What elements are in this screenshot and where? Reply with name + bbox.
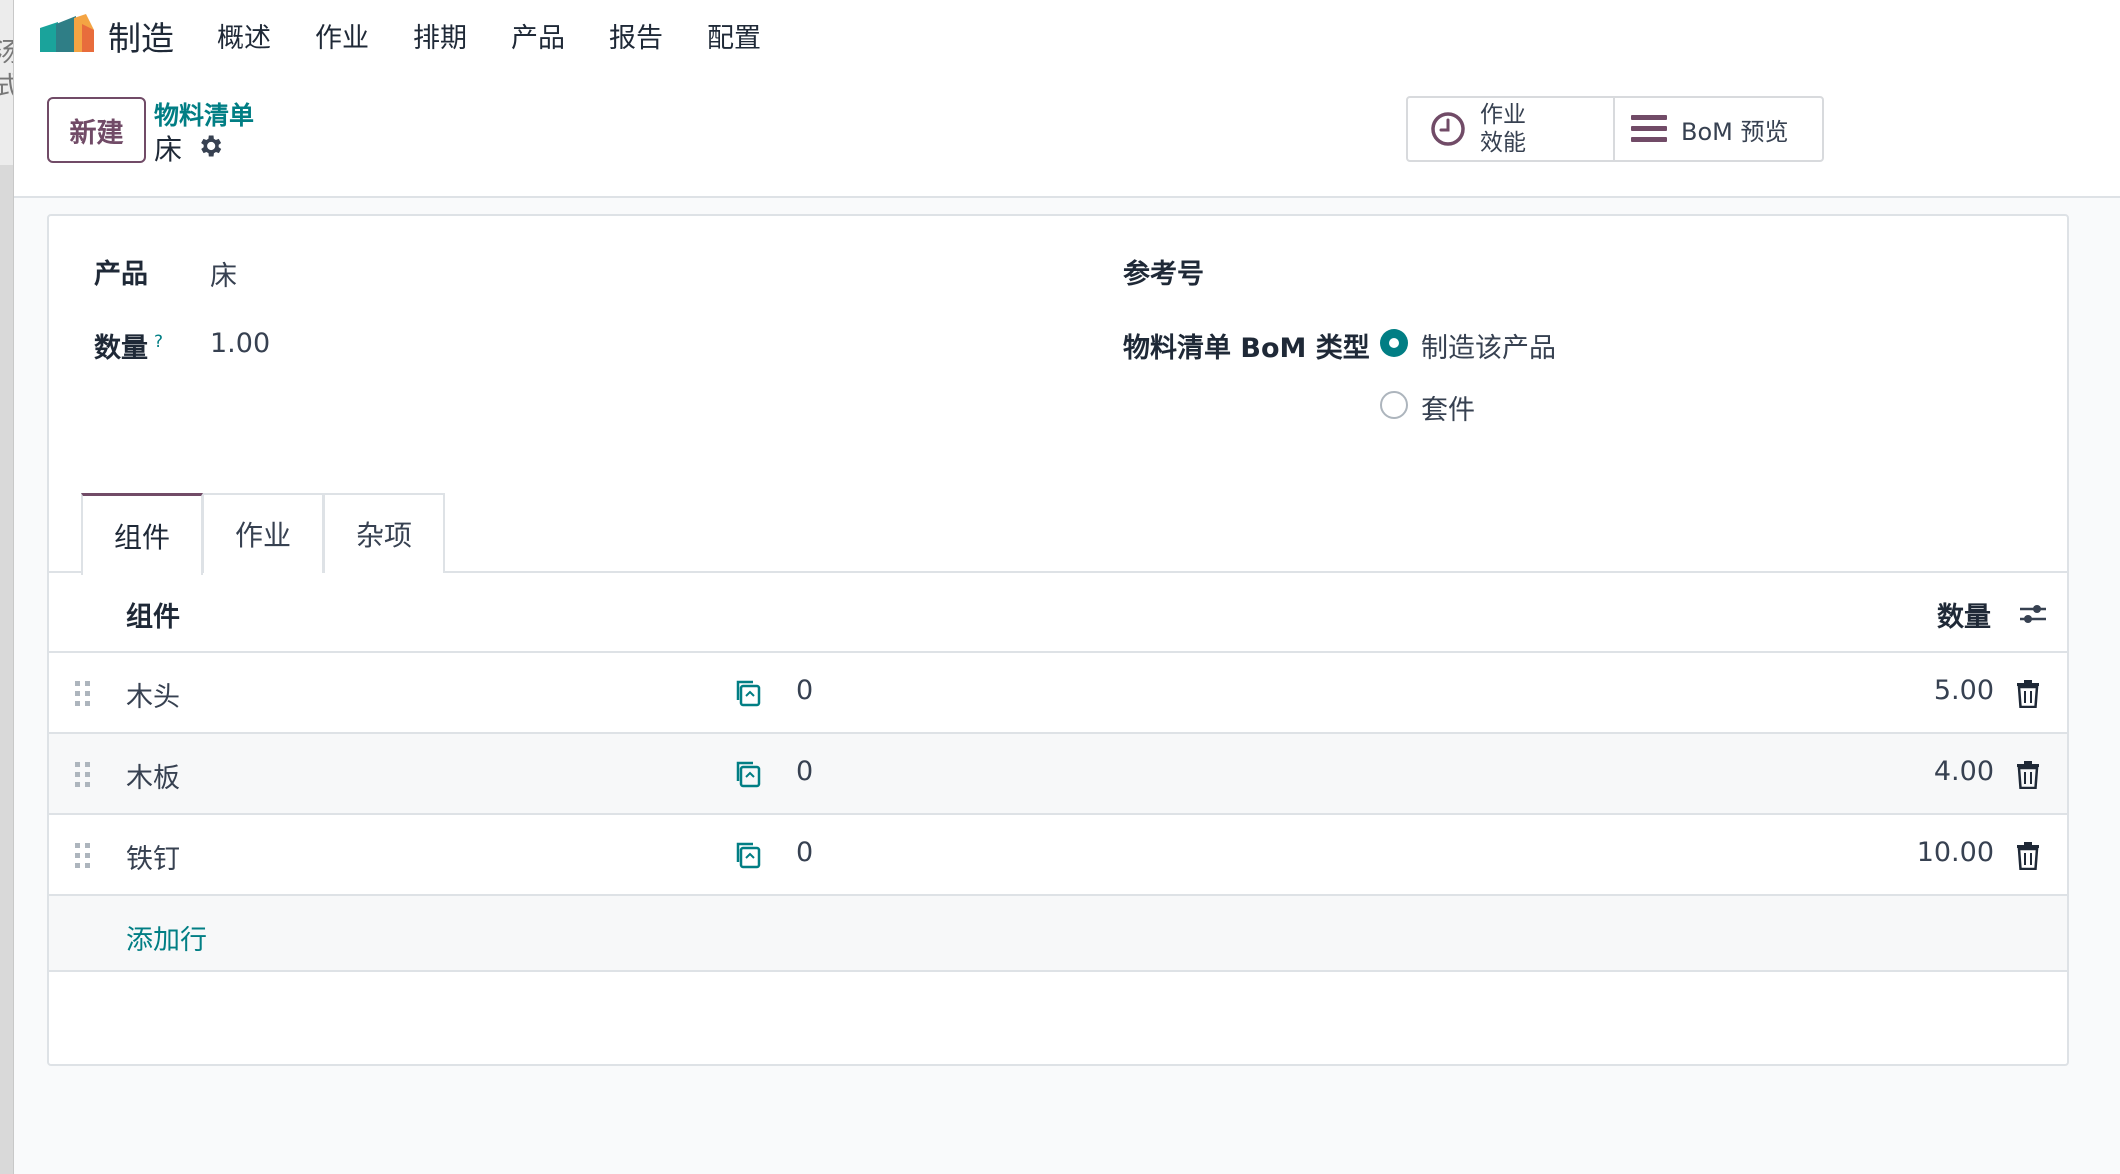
product-label: 产品 xyxy=(94,259,148,290)
table-row[interactable]: 木头 0 5.00 xyxy=(49,653,2067,734)
component-quantity[interactable]: 4.00 xyxy=(1934,756,1994,787)
menu-products[interactable]: 产品 xyxy=(511,16,565,55)
smart-buttons: 作业 效能 BoM 预览 xyxy=(1406,96,1824,162)
drag-handle-icon[interactable] xyxy=(73,760,93,790)
bom-type-manufacture-label[interactable]: 制造该产品 xyxy=(1421,326,1556,365)
form-sheet: 产品 床 数量? 1.00 参考号 物料清单 BoM 类型 制造该产品 套件 组… xyxy=(47,214,2069,1066)
bom-type-label: 物料清单 BoM 类型 xyxy=(1123,333,1370,364)
tab-miscellaneous[interactable]: 杂项 xyxy=(323,493,445,573)
record-title: 床 xyxy=(154,133,183,166)
bom-overview-label: BoM 预览 xyxy=(1681,117,1789,146)
trash-icon[interactable] xyxy=(2016,680,2040,708)
menu-reporting[interactable]: 报告 xyxy=(609,16,663,55)
trash-icon[interactable] xyxy=(2016,842,2040,870)
forecast-availability: 0 xyxy=(796,675,814,706)
component-name[interactable]: 铁钉 xyxy=(126,837,180,876)
help-tooltip-icon[interactable]: ? xyxy=(154,332,163,352)
bom-type-kit-radio[interactable] xyxy=(1380,391,1408,419)
background-window-strip: 汤 式 xyxy=(0,0,14,1174)
add-line-row: 添加行 xyxy=(49,896,2067,972)
list-icon xyxy=(1631,115,1667,142)
tab-components[interactable]: 组件 xyxy=(81,493,203,575)
component-name[interactable]: 木头 xyxy=(126,675,180,714)
drag-handle-icon[interactable] xyxy=(73,841,93,871)
app-window: 制造 概述 作业 排期 产品 报告 配置 新建 物料清单 床 作业 效能 BoM… xyxy=(14,0,2120,1174)
table-header: 组件 数量 xyxy=(49,573,2067,653)
app-logo-icon[interactable] xyxy=(40,14,94,54)
menu-configuration[interactable]: 配置 xyxy=(707,16,761,55)
app-name[interactable]: 制造 xyxy=(108,12,174,60)
operations-label-line2: 效能 xyxy=(1480,130,1526,156)
bom-type-kit-label[interactable]: 套件 xyxy=(1421,388,1475,427)
forecast-availability: 0 xyxy=(796,837,814,868)
bom-type-manufacture-radio[interactable] xyxy=(1380,329,1408,357)
clock-icon xyxy=(1431,112,1465,146)
menu-operations[interactable]: 作业 xyxy=(315,16,369,55)
menu-overview[interactable]: 概述 xyxy=(217,16,271,55)
gear-icon[interactable] xyxy=(196,132,224,160)
add-line-link[interactable]: 添加行 xyxy=(126,918,207,957)
column-header-quantity[interactable]: 数量 xyxy=(1937,595,1991,634)
components-table: 组件 数量 木头 0 5.00 木板 0 4.00 铁钉 0 10.00 添加行 xyxy=(49,573,2067,972)
top-navbar: 制造 概述 作业 排期 产品 报告 配置 xyxy=(14,0,2120,70)
new-button[interactable]: 新建 xyxy=(47,97,146,163)
drag-handle-icon[interactable] xyxy=(73,679,93,709)
component-quantity[interactable]: 10.00 xyxy=(1917,837,1994,868)
copy-icon[interactable] xyxy=(732,758,764,790)
quantity-label: 数量? xyxy=(94,332,164,364)
tab-operations[interactable]: 作业 xyxy=(202,493,324,573)
notebook-tabs: 组件 作业 杂项 xyxy=(49,493,2067,575)
main-menu: 概述 作业 排期 产品 报告 配置 xyxy=(217,16,805,55)
menu-planning[interactable]: 排期 xyxy=(413,16,467,55)
breadcrumb-bom-link[interactable]: 物料清单 xyxy=(154,96,254,132)
copy-icon[interactable] xyxy=(732,677,764,709)
operations-label-line1: 作业 xyxy=(1480,102,1526,128)
component-name[interactable]: 木板 xyxy=(126,756,180,795)
bom-overview-button[interactable]: BoM 预览 xyxy=(1615,98,1822,160)
trash-icon[interactable] xyxy=(2016,761,2040,789)
column-settings-icon[interactable] xyxy=(2018,599,2048,629)
forecast-availability: 0 xyxy=(796,756,814,787)
column-header-component[interactable]: 组件 xyxy=(126,595,180,634)
component-quantity[interactable]: 5.00 xyxy=(1934,675,1994,706)
product-field[interactable]: 床 xyxy=(210,254,237,293)
quantity-field[interactable]: 1.00 xyxy=(210,328,270,359)
reference-label: 参考号 xyxy=(1123,259,1204,290)
copy-icon[interactable] xyxy=(732,839,764,871)
operations-performance-button[interactable]: 作业 效能 xyxy=(1408,98,1615,160)
control-panel: 新建 物料清单 床 作业 效能 BoM 预览 xyxy=(14,70,2120,198)
table-row[interactable]: 木板 0 4.00 xyxy=(49,734,2067,815)
table-row[interactable]: 铁钉 0 10.00 xyxy=(49,815,2067,896)
